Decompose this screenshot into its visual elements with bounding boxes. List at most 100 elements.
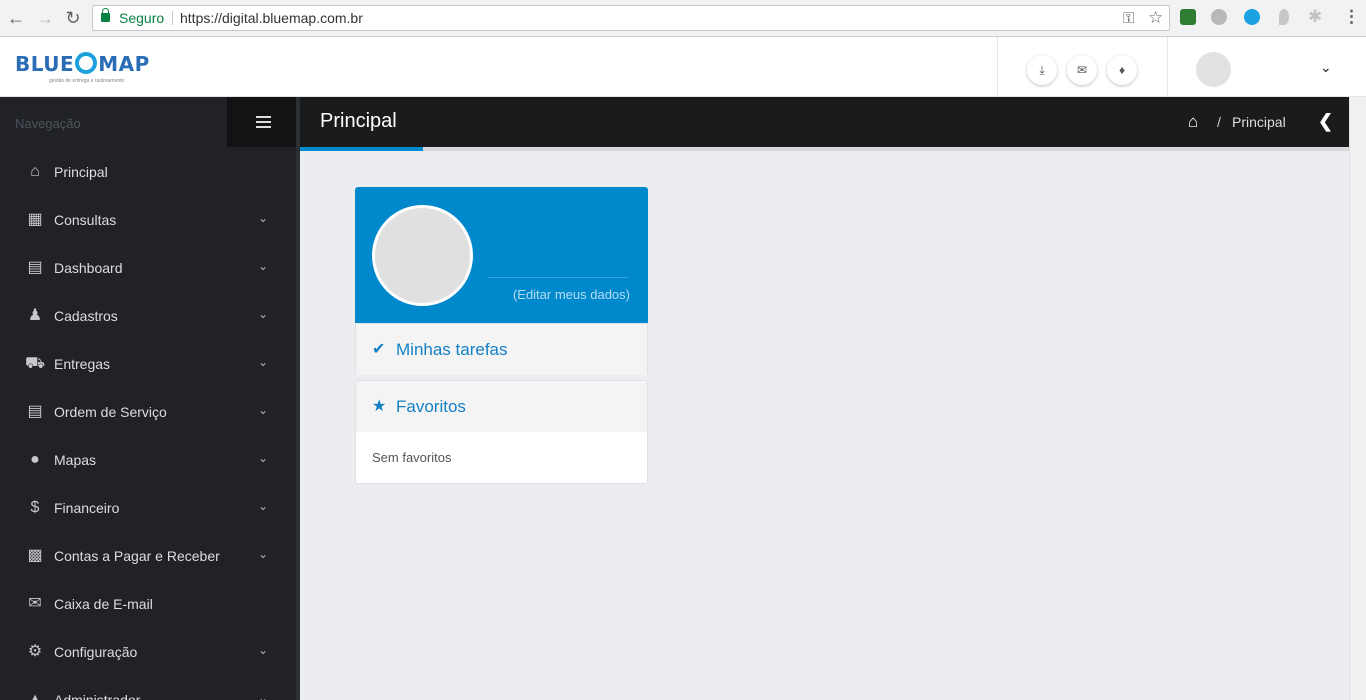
chevron-down-icon: ⌄ — [258, 643, 269, 657]
gears-icon: ⚙ — [27, 643, 43, 660]
money-icon: ▩ — [27, 547, 43, 564]
sidebar-item-label: Caixa de E-mail — [54, 596, 153, 612]
sidebar-item-label: Cadastros — [54, 308, 118, 324]
chevron-down-icon: ⌄ — [258, 259, 269, 273]
document-icon: ▤ — [27, 403, 43, 420]
map-marker-icon: ● — [30, 451, 40, 468]
logo-text-right: MAP — [98, 52, 150, 76]
logo-tagline: gestão de entrega e rastreamento — [49, 78, 125, 84]
title-underline — [423, 147, 1349, 151]
sidebar-item-ordem-de-servico[interactable]: ▤ Ordem de Serviço ⌄ — [0, 388, 296, 436]
star-icon[interactable]: ☆ — [1148, 6, 1163, 30]
key-icon[interactable]: ⚿ — [1123, 7, 1134, 31]
location-extension-icon[interactable] — [1279, 9, 1289, 25]
sidebar-item-dashboard[interactable]: ▤ Dashboard ⌄ — [0, 244, 296, 292]
chevron-left-icon[interactable]: ❮ — [1318, 111, 1333, 132]
profile-avatar[interactable] — [372, 205, 473, 306]
sidebar-header: Navegação — [15, 116, 81, 131]
tasks-title: Minhas tarefas — [396, 340, 508, 359]
page-title-bar: Principal ⌂ / Principal ❮ — [300, 97, 1349, 151]
download-button[interactable]: ⤓ — [1027, 55, 1057, 85]
calendar-icon: ▦ — [27, 211, 43, 228]
sidebar-item-mapas[interactable]: ● Mapas ⌄ — [0, 436, 296, 484]
sidebar-item-label: Contas a Pagar e Receber — [54, 548, 220, 564]
forward-arrow-icon[interactable]: → — [35, 8, 55, 28]
title-accent-bar — [300, 147, 423, 151]
sidebar-edge — [296, 97, 300, 700]
favorites-empty-text: Sem favoritos — [372, 450, 452, 465]
sidebar-item-cadastros[interactable]: ♟ Cadastros ⌄ — [0, 292, 296, 340]
favorites-panel-header[interactable]: ★ Favoritos — [356, 381, 647, 432]
notifications-button[interactable]: ♦ — [1107, 55, 1137, 85]
url-text[interactable]: https://digital.bluemap.com.br — [180, 6, 363, 30]
sidebar-toggle-button[interactable] — [227, 97, 296, 147]
browser-toolbar: ← → ↻ Seguro https://digital.bluemap.com… — [0, 0, 1366, 37]
chevron-down-icon: ⌄ — [258, 355, 269, 369]
page-scrollbar[interactable] — [1349, 97, 1366, 700]
user-menu-chevron-icon[interactable]: ⌄ — [1320, 59, 1332, 76]
edit-profile-link[interactable]: (Editar meus dados) — [513, 287, 630, 302]
sidebar-item-label: Financeiro — [54, 500, 120, 516]
cloud-extension-icon[interactable] — [1211, 9, 1227, 25]
bell-icon: ♦ — [1118, 63, 1126, 77]
sidebar-item-label: Consultas — [54, 212, 117, 228]
reload-icon[interactable]: ↻ — [63, 8, 83, 28]
sidebar-item-label: Dashboard — [54, 260, 123, 276]
sidebar-item-label: Ordem de Serviço — [54, 404, 167, 420]
address-divider — [172, 11, 173, 25]
sidebar-item-contas[interactable]: ▩ Contas a Pagar e Receber ⌄ — [0, 532, 296, 580]
profile-card: (Editar meus dados) — [355, 187, 648, 323]
tasks-panel-header[interactable]: ✔ Minhas tarefas — [356, 324, 647, 375]
chevron-down-icon: ⌄ — [258, 211, 269, 225]
favorites-title: Favoritos — [396, 397, 466, 416]
chevron-down-icon: ⌄ — [258, 499, 269, 513]
sidebar-item-configuracao[interactable]: ⚙ Configuração ⌄ — [0, 628, 296, 676]
chevron-down-icon: ⌄ — [258, 403, 269, 417]
extension-app-icon[interactable] — [1180, 9, 1196, 25]
browser-menu-icon[interactable]: ⋮ — [1343, 7, 1360, 27]
chevron-down-icon: ⌄ — [258, 691, 269, 700]
sidebar-item-consultas[interactable]: ▦ Consultas ⌄ — [0, 196, 296, 244]
sparkle-extension-icon[interactable]: ✱ — [1308, 7, 1322, 27]
page-title: Principal — [320, 110, 397, 132]
logo-pin-icon — [75, 52, 98, 74]
messages-button[interactable]: ✉ — [1067, 55, 1097, 85]
download-icon: ⤓ — [1039, 63, 1045, 77]
sidebar-item-label: Administrador — [54, 692, 141, 700]
bar-chart-icon: ▤ — [27, 259, 43, 276]
sidebar-item-label: Configuração — [54, 644, 138, 660]
lock-icon — [101, 8, 110, 22]
sidebar-item-principal[interactable]: ⌂ Principal — [0, 148, 296, 196]
envelope-icon: ✉ — [1076, 63, 1088, 77]
tasks-panel: ✔ Minhas tarefas — [355, 323, 648, 375]
profile-divider — [488, 277, 628, 278]
header-divider — [997, 37, 998, 97]
home-icon[interactable]: ⌂ — [1188, 112, 1198, 132]
breadcrumb-separator: / — [1217, 114, 1221, 130]
home-icon: ⌂ — [30, 163, 40, 180]
hamburger-icon — [256, 116, 271, 128]
bluemap-logo[interactable]: BLUE MAP gestão de entrega e rastreamento — [15, 52, 150, 86]
envelope-icon: ✉ — [28, 595, 42, 612]
dollar-icon: $ — [30, 499, 40, 516]
bank-icon: ▲ — [27, 691, 43, 700]
logo-text-left: BLUE — [15, 52, 75, 76]
address-bar[interactable]: Seguro https://digital.bluemap.com.br ⚿ … — [92, 5, 1170, 31]
truck-icon: ⛟ — [25, 355, 46, 372]
sidebar-item-entregas[interactable]: ⛟ Entregas ⌄ — [0, 340, 296, 388]
sidebar-item-financeiro[interactable]: $ Financeiro ⌄ — [0, 484, 296, 532]
back-arrow-icon[interactable]: ← — [6, 8, 26, 28]
header-divider — [1167, 37, 1168, 97]
person-icon: ♟ — [27, 307, 43, 324]
star-icon: ★ — [372, 398, 387, 415]
skype-icon[interactable] — [1244, 9, 1260, 25]
breadcrumb-current: Principal — [1232, 114, 1286, 130]
sidebar: Navegação ⌂ Principal ▦ Consultas ⌄ ▤ Da… — [0, 97, 296, 700]
user-avatar[interactable] — [1196, 52, 1231, 87]
checkmark-icon: ✔ — [372, 341, 386, 358]
favorites-panel: ★ Favoritos Sem favoritos — [355, 380, 648, 484]
sidebar-item-caixa-de-email[interactable]: ✉ Caixa de E-mail — [0, 580, 296, 628]
sidebar-item-label: Entregas — [54, 356, 111, 372]
sidebar-item-label: Principal — [54, 164, 108, 180]
sidebar-item-administrador[interactable]: ▲ Administrador ⌄ — [0, 676, 296, 700]
